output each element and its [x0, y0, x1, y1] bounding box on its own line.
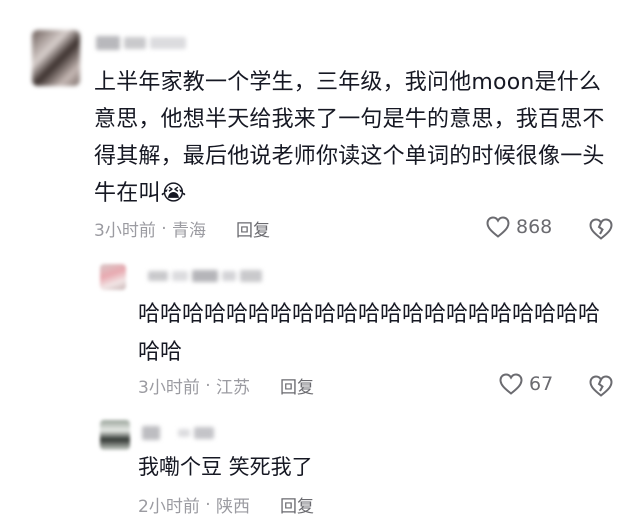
meta-separator: ·	[199, 375, 217, 396]
meta-separator: ·	[199, 494, 217, 515]
broken-heart-icon[interactable]	[589, 218, 613, 240]
location: 江苏	[216, 378, 251, 398]
heart-icon	[486, 216, 510, 238]
location: 陕西	[216, 497, 251, 517]
like-button[interactable]: 868	[486, 216, 552, 238]
reply-button[interactable]: 回复	[280, 492, 314, 517]
comment-text: 哈哈哈哈哈哈哈哈哈哈哈哈哈哈哈哈哈哈哈哈哈哈哈	[138, 302, 601, 365]
heart-icon	[499, 373, 523, 395]
comment-text: 上半年家教一个学生，三年级，我问他moon是什么意思，他想半天给我来了一句是牛的…	[94, 70, 605, 206]
broken-heart-icon[interactable]	[589, 375, 613, 397]
comment-text: 我嘞个豆 笑死我了	[138, 455, 313, 479]
timestamp: 2小时前	[138, 497, 200, 517]
timestamp: 3小时前	[94, 221, 156, 241]
crying-emoji: 😭	[160, 181, 187, 206]
reply-button[interactable]: 回复	[236, 216, 270, 241]
avatar[interactable]	[100, 420, 130, 450]
location: 青海	[172, 221, 207, 241]
username[interactable]	[142, 426, 214, 440]
like-count: 868	[516, 216, 553, 238]
comment-meta: 2小时前 · 陕西 回复	[138, 492, 314, 518]
username[interactable]	[96, 36, 186, 50]
avatar[interactable]	[32, 30, 80, 86]
like-count: 67	[529, 373, 554, 395]
like-button[interactable]: 67	[499, 373, 553, 395]
comment-meta: 3小时前 · 江苏 回复	[138, 373, 314, 399]
username[interactable]	[148, 270, 262, 282]
reply-button[interactable]: 回复	[280, 373, 314, 398]
meta-separator: ·	[155, 218, 173, 239]
comment-meta: 3小时前 · 青海 回复	[94, 216, 270, 242]
avatar[interactable]	[100, 264, 126, 290]
timestamp: 3小时前	[138, 378, 200, 398]
